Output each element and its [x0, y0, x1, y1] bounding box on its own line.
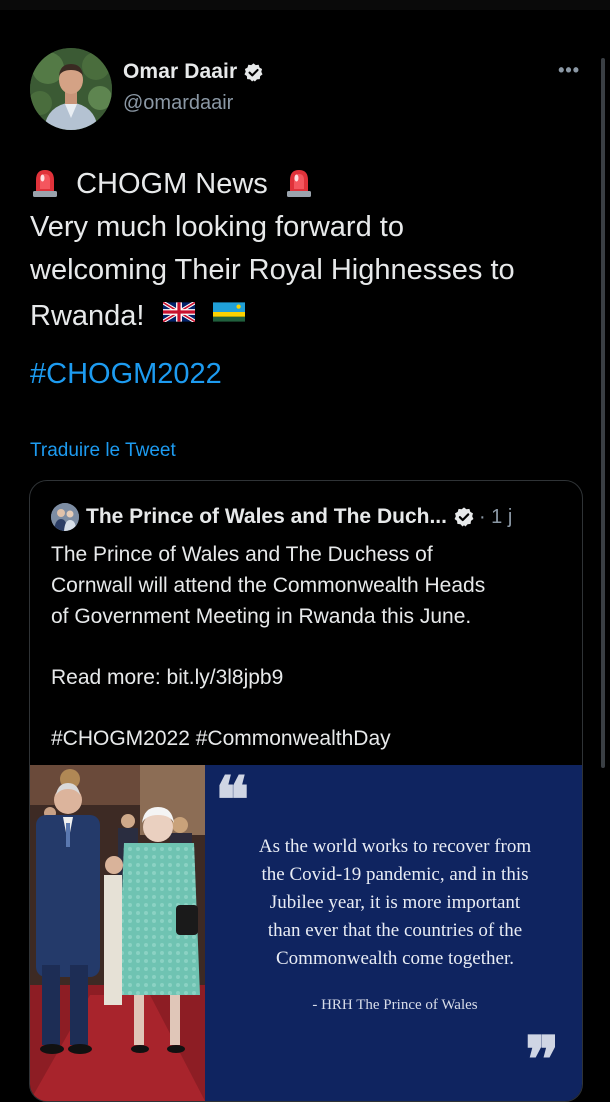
quote-graphic-text: As the world works to recover from the C… [225, 833, 565, 973]
quoted-line-1: The Prince of Wales and The Duchess of [51, 543, 433, 566]
top-edge [0, 0, 610, 10]
quoted-avatar[interactable] [51, 503, 79, 531]
quote-graphic-line: than ever that the countries of the [267, 920, 523, 941]
tweet-headline: CHOGM News [76, 168, 268, 200]
uk-flag-icon [161, 292, 196, 324]
quoted-hashtags[interactable]: #CHOGM2022 #CommonwealthDay [51, 723, 561, 754]
siren-emoji-icon [284, 166, 314, 198]
tweet-line-1: CHOGM News [30, 163, 580, 206]
quoted-tweet-card[interactable]: The Prince of Wales and The Duch... · 1 … [29, 480, 583, 1102]
open-quote-icon: ❝ [215, 763, 250, 838]
royal-photo [30, 765, 205, 1101]
translate-tweet-link[interactable]: Traduire le Tweet [30, 440, 176, 462]
quoted-line-3: of Government Meeting in Rwanda this Jun… [51, 605, 472, 628]
quoted-read-more[interactable]: Read more: bit.ly/3l8jpb9 [51, 662, 561, 693]
quoted-media[interactable]: ❝ As the world works to recover from the… [30, 765, 582, 1101]
author-name[interactable]: Omar Daair [123, 60, 237, 84]
quoted-line-2: Cornwall will attend the Commonwealth He… [51, 574, 486, 597]
close-quote-icon: ❞ [525, 1023, 560, 1098]
quoted-tweet-body: The Prince of Wales and The Duchess of C… [51, 539, 561, 754]
tweet-line-3: welcoming Their Royal Highnesses to [30, 254, 515, 286]
quoted-tweet-header: The Prince of Wales and The Duch... · 1 … [51, 503, 571, 531]
quote-graphic-line: Commonwealth come together. [276, 948, 514, 969]
tweet-line-2: Very much looking forward to [30, 211, 404, 243]
quoted-verified-badge-icon [454, 507, 474, 527]
tweet-line-4: Rwanda! [30, 292, 580, 338]
scrollbar[interactable] [601, 58, 605, 768]
siren-emoji-icon [30, 166, 60, 198]
tweet-hashtag-link[interactable]: #CHOGM2022 [30, 358, 222, 391]
quote-graphic-line: As the world works to recover from [258, 836, 532, 857]
tweet-line-4-text: Rwanda! [30, 300, 145, 332]
rwanda-flag-icon [212, 292, 245, 322]
tweet-header: Omar Daair @omardaair ••• [30, 48, 590, 132]
verified-badge-icon [243, 62, 264, 83]
avatar[interactable] [30, 48, 112, 130]
author-handle[interactable]: @omardaair [123, 92, 233, 115]
quoted-timestamp[interactable]: · 1 j [479, 506, 512, 529]
quoted-author-name[interactable]: The Prince of Wales and The Duch... [86, 505, 447, 529]
tweet-text: CHOGM News Very much looking forward to … [30, 163, 580, 338]
more-options-icon[interactable]: ••• [558, 60, 580, 81]
quote-graphic-line: Jubilee year, it is more important [269, 892, 521, 913]
quote-graphic-panel: ❝ As the world works to recover from the… [205, 765, 582, 1101]
quote-attribution: - HRH The Prince of Wales [312, 997, 478, 1013]
quote-graphic-line: the Covid-19 pandemic, and in this [261, 864, 529, 885]
